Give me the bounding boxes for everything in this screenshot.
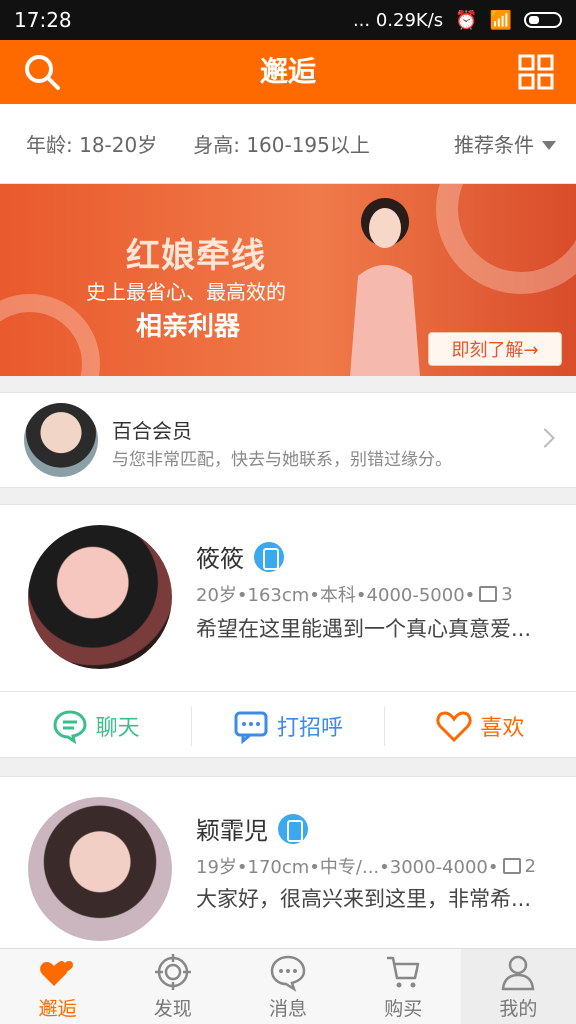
- chat-label: 聊天: [95, 716, 140, 741]
- banner-title: 红娘牵线: [126, 236, 266, 276]
- tab-label: 我的: [499, 998, 538, 1020]
- recommend-conditions-dropdown[interactable]: 推荐条件: [454, 129, 556, 158]
- filter-bar: 年龄: 18-20岁 身高: 160-195以上 推荐条件: [0, 104, 576, 184]
- recommend-label: 推荐条件: [454, 133, 534, 157]
- network-speed: ... 0.29K/s: [352, 9, 444, 31]
- grid-view-icon[interactable]: [518, 54, 554, 90]
- status-bar: 17:28 ... 0.29K/s ⏰ 📶: [0, 0, 576, 40]
- banner-subtitle: 史上最省心、最高效的: [86, 280, 286, 304]
- photo-count: 2: [524, 855, 536, 877]
- status-indicators: ... 0.29K/s ⏰ 📶: [353, 10, 562, 31]
- app-header: 邂逅: [0, 40, 576, 104]
- tab-label: 消息: [269, 998, 308, 1020]
- member-card[interactable]: 百合会员 与您非常匹配，快去与她联系，别错过缘分。: [0, 392, 576, 488]
- avatar: [24, 403, 98, 477]
- mobile-verified-icon: [278, 813, 308, 844]
- chevron-down-icon: [542, 140, 556, 150]
- bottom-tab-bar: 邂逅 发现 消息 购买 我的: [0, 948, 576, 1024]
- alarm-icon: ⏰: [455, 9, 478, 31]
- banner-headline: 相亲利器: [136, 312, 241, 342]
- like-button[interactable]: 喜欢: [385, 706, 576, 746]
- member-card-description: 与您非常匹配，快去与她联系，别错过缘分。: [112, 450, 452, 470]
- heart-icon: [436, 711, 472, 743]
- tab-label: 邂逅: [38, 998, 77, 1020]
- action-bar: 聊天 打招呼 喜欢: [0, 691, 576, 759]
- tab-messages[interactable]: 消息: [230, 949, 345, 1024]
- battery-icon: [524, 12, 562, 28]
- chat-button[interactable]: 聊天: [0, 706, 193, 746]
- person-icon: [502, 955, 535, 991]
- greet-label: 打招呼: [276, 716, 343, 741]
- banner-decoration-ring: [436, 184, 576, 294]
- like-label: 喜欢: [480, 716, 525, 741]
- profile-details: 20岁•163cm•本科•4000-5000•: [196, 585, 476, 606]
- profile-details: 19岁•170cm•中专/...•3000-4000•: [196, 857, 499, 878]
- banner-model-image: [350, 198, 420, 376]
- member-card-title: 百合会员: [112, 419, 192, 443]
- promo-banner[interactable]: 红娘牵线 史上最省心、最高效的 相亲利器 即刻了解→: [0, 184, 576, 376]
- profile-name-row: 颖霏児: [196, 811, 308, 846]
- photo-icon: [502, 858, 521, 874]
- status-time: 17:28: [14, 8, 72, 32]
- photo-icon: [479, 586, 498, 602]
- chat-icon: [53, 710, 87, 744]
- message-icon: [270, 955, 306, 992]
- profile-bio: 大家好，很高兴来到这里，非常希...: [196, 887, 532, 911]
- cart-icon: [387, 956, 420, 988]
- profile-bio: 希望在这里能遇到一个真心真意爱...: [196, 617, 532, 641]
- profile-info: 19岁•170cm•中专/...•3000-4000• 2: [196, 853, 536, 879]
- avatar[interactable]: [28, 525, 172, 669]
- chevron-right-icon: [535, 428, 555, 448]
- profile-card[interactable]: 颖霏児 19岁•170cm•中专/...•3000-4000• 2 大家好，很高…: [0, 776, 576, 948]
- tab-encounter[interactable]: 邂逅: [0, 949, 115, 1024]
- photo-count: 3: [501, 583, 513, 605]
- banner-decoration-ring: [0, 294, 100, 376]
- tab-mine[interactable]: 我的: [460, 949, 576, 1024]
- profile-card[interactable]: 筱筱 20岁•163cm•本科•4000-5000• 3 希望在这里能遇到一个真…: [0, 504, 576, 758]
- age-filter[interactable]: 年龄: 18-20岁: [26, 129, 157, 158]
- wifi-icon: 📶: [489, 9, 512, 31]
- greet-button[interactable]: 打招呼: [192, 706, 385, 746]
- height-filter[interactable]: 身高: 160-195以上: [193, 129, 370, 158]
- tab-label: 购买: [384, 998, 423, 1020]
- tab-discover[interactable]: 发现: [115, 949, 230, 1024]
- avatar[interactable]: [28, 797, 172, 941]
- tab-label: 发现: [153, 998, 192, 1020]
- tab-purchase[interactable]: 购买: [346, 949, 461, 1024]
- profile-name: 颖霏児: [196, 817, 268, 845]
- target-icon: [154, 954, 191, 990]
- profile-name: 筱筱: [196, 545, 244, 573]
- profile-info: 20岁•163cm•本科•4000-5000• 3: [196, 581, 513, 607]
- mobile-verified-icon: [254, 541, 284, 572]
- page-title: 邂逅: [259, 55, 316, 88]
- profile-name-row: 筱筱: [196, 539, 284, 574]
- learn-more-button[interactable]: 即刻了解→: [428, 332, 562, 366]
- hearts-icon: [39, 961, 73, 986]
- greet-icon: [234, 711, 268, 744]
